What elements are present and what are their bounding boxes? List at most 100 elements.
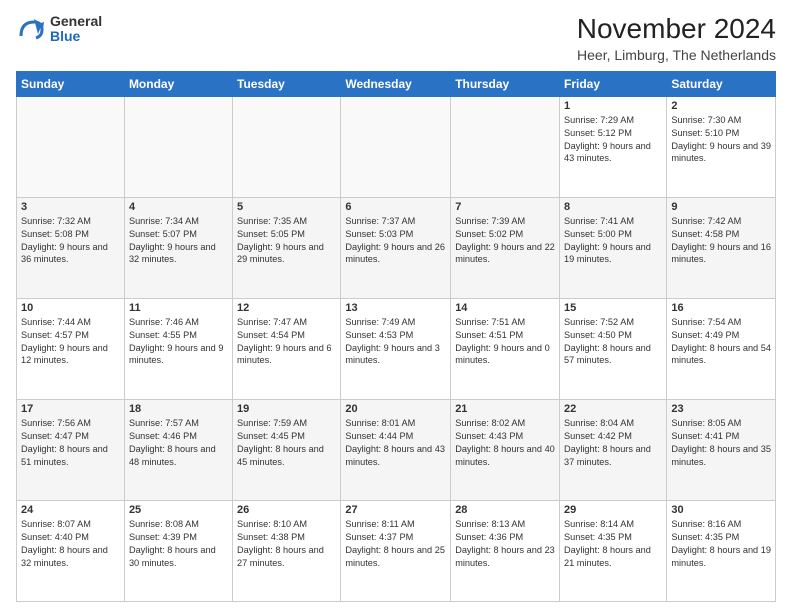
day-number: 18 [129,403,228,415]
day-info: Sunrise: 7:47 AM Sunset: 4:54 PM Dayligh… [237,316,336,368]
day-info: Sunrise: 7:52 AM Sunset: 4:50 PM Dayligh… [564,316,662,368]
day-info: Sunrise: 8:01 AM Sunset: 4:44 PM Dayligh… [345,417,446,469]
calendar-cell [233,96,341,197]
day-number: 8 [564,201,662,213]
day-number: 6 [345,201,446,213]
col-header-tuesday: Tuesday [233,71,341,96]
day-info: Sunrise: 7:32 AM Sunset: 5:08 PM Dayligh… [21,215,120,267]
calendar-cell: 15 Sunrise: 7:52 AM Sunset: 4:50 PM Dayli… [560,298,667,399]
calendar-cell [124,96,232,197]
day-number: 5 [237,201,336,213]
calendar-cell: 19Sunrise: 7:59 AM Sunset: 4:45 PM Dayli… [233,399,341,500]
calendar-cell: 18 Sunrise: 7:57 AM Sunset: 4:46 PM Dayli… [124,399,232,500]
day-info: Sunrise: 7:30 AM Sunset: 5:10 PM Dayligh… [671,114,771,166]
col-header-monday: Monday [124,71,232,96]
calendar-cell: 23Sunrise: 8:05 AM Sunset: 4:41 PM Dayli… [667,399,776,500]
col-header-saturday: Saturday [667,71,776,96]
calendar-cell: 17 Sunrise: 7:56 AM Sunset: 4:47 PM Dayli… [17,399,125,500]
page: General Blue November 2024 Heer, Limburg… [0,0,792,612]
day-number: 26 [237,504,336,516]
logo-blue: Blue [50,29,102,44]
day-number: 3 [21,201,120,213]
day-number: 4 [129,201,228,213]
calendar-cell: 1 Sunrise: 7:29 AM Sunset: 5:12 PM Daylig… [560,96,667,197]
calendar-cell: 29 Sunrise: 8:14 AM Sunset: 4:35 PM Dayli… [560,500,667,601]
day-number: 29 [564,504,662,516]
day-number: 16 [671,302,771,314]
subtitle: Heer, Limburg, The Netherlands [577,47,776,63]
day-info: Sunrise: 8:08 AM Sunset: 4:39 PM Dayligh… [129,518,228,570]
day-info: Sunrise: 7:51 AM Sunset: 4:51 PM Dayligh… [455,316,555,368]
calendar-week-4: 24 Sunrise: 8:07 AM Sunset: 4:40 PM Dayli… [17,500,776,601]
day-info: Sunrise: 7:41 AM Sunset: 5:00 PM Dayligh… [564,215,662,267]
day-info: Sunrise: 8:14 AM Sunset: 4:35 PM Dayligh… [564,518,662,570]
calendar-week-2: 10Sunrise: 7:44 AM Sunset: 4:57 PM Dayli… [17,298,776,399]
day-number: 1 [564,100,662,112]
day-number: 14 [455,302,555,314]
header: General Blue November 2024 Heer, Limburg… [16,14,776,63]
day-info: Sunrise: 8:05 AM Sunset: 4:41 PM Dayligh… [671,417,771,469]
day-info: Sunrise: 8:02 AM Sunset: 4:43 PM Dayligh… [455,417,555,469]
calendar-cell: 11Sunrise: 7:46 AM Sunset: 4:55 PM Dayli… [124,298,232,399]
day-number: 27 [345,504,446,516]
calendar-cell [341,96,451,197]
calendar-week-1: 3 Sunrise: 7:32 AM Sunset: 5:08 PM Daylig… [17,197,776,298]
day-number: 10 [21,302,120,314]
day-info: Sunrise: 7:56 AM Sunset: 4:47 PM Dayligh… [21,417,120,469]
logo-text: General Blue [50,14,102,45]
day-number: 11 [129,302,228,314]
logo-general: General [50,14,102,29]
calendar-cell: 28 Sunrise: 8:13 AM Sunset: 4:36 PM Dayli… [451,500,560,601]
calendar-cell: 27 Sunrise: 8:11 AM Sunset: 4:37 PM Dayli… [341,500,451,601]
day-info: Sunrise: 7:29 AM Sunset: 5:12 PM Dayligh… [564,114,662,166]
calendar-cell: 2Sunrise: 7:30 AM Sunset: 5:10 PM Daylig… [667,96,776,197]
day-number: 9 [671,201,771,213]
day-number: 13 [345,302,446,314]
calendar-week-0: 1 Sunrise: 7:29 AM Sunset: 5:12 PM Daylig… [17,96,776,197]
main-title: November 2024 [577,14,776,45]
day-number: 30 [671,504,771,516]
calendar-cell [451,96,560,197]
calendar-header-row: SundayMondayTuesdayWednesdayThursdayFrid… [17,71,776,96]
day-number: 28 [455,504,555,516]
day-number: 7 [455,201,555,213]
day-number: 19 [237,403,336,415]
calendar-cell: 20 Sunrise: 8:01 AM Sunset: 4:44 PM Dayli… [341,399,451,500]
day-number: 15 [564,302,662,314]
col-header-wednesday: Wednesday [341,71,451,96]
logo-icon [16,14,46,44]
calendar-cell: 26 Sunrise: 8:10 AM Sunset: 4:38 PM Dayli… [233,500,341,601]
day-info: Sunrise: 7:37 AM Sunset: 5:03 PM Dayligh… [345,215,446,267]
calendar-cell: 16Sunrise: 7:54 AM Sunset: 4:49 PM Dayli… [667,298,776,399]
calendar-cell: 24 Sunrise: 8:07 AM Sunset: 4:40 PM Dayli… [17,500,125,601]
day-number: 22 [564,403,662,415]
day-number: 17 [21,403,120,415]
calendar-cell: 10Sunrise: 7:44 AM Sunset: 4:57 PM Dayli… [17,298,125,399]
day-info: Sunrise: 7:35 AM Sunset: 5:05 PM Dayligh… [237,215,336,267]
calendar-cell: 30 Sunrise: 8:16 AM Sunset: 4:35 PM Dayli… [667,500,776,601]
calendar-cell: 12 Sunrise: 7:47 AM Sunset: 4:54 PM Dayli… [233,298,341,399]
calendar-cell: 14 Sunrise: 7:51 AM Sunset: 4:51 PM Dayli… [451,298,560,399]
day-info: Sunrise: 8:10 AM Sunset: 4:38 PM Dayligh… [237,518,336,570]
day-info: Sunrise: 8:16 AM Sunset: 4:35 PM Dayligh… [671,518,771,570]
calendar-cell: 3 Sunrise: 7:32 AM Sunset: 5:08 PM Daylig… [17,197,125,298]
day-number: 20 [345,403,446,415]
day-info: Sunrise: 7:57 AM Sunset: 4:46 PM Dayligh… [129,417,228,469]
day-number: 25 [129,504,228,516]
day-info: Sunrise: 8:07 AM Sunset: 4:40 PM Dayligh… [21,518,120,570]
calendar-cell: 6 Sunrise: 7:37 AM Sunset: 5:03 PM Daylig… [341,197,451,298]
calendar-cell: 25 Sunrise: 8:08 AM Sunset: 4:39 PM Dayli… [124,500,232,601]
day-info: Sunrise: 7:39 AM Sunset: 5:02 PM Dayligh… [455,215,555,267]
calendar-cell: 9 Sunrise: 7:42 AM Sunset: 4:58 PM Daylig… [667,197,776,298]
day-number: 24 [21,504,120,516]
day-info: Sunrise: 7:49 AM Sunset: 4:53 PM Dayligh… [345,316,446,368]
calendar-cell: 13 Sunrise: 7:49 AM Sunset: 4:53 PM Dayli… [341,298,451,399]
calendar-cell: 7 Sunrise: 7:39 AM Sunset: 5:02 PM Daylig… [451,197,560,298]
title-block: November 2024 Heer, Limburg, The Netherl… [577,14,776,63]
logo: General Blue [16,14,102,45]
day-number: 12 [237,302,336,314]
col-header-thursday: Thursday [451,71,560,96]
day-info: Sunrise: 8:13 AM Sunset: 4:36 PM Dayligh… [455,518,555,570]
day-info: Sunrise: 7:42 AM Sunset: 4:58 PM Dayligh… [671,215,771,267]
day-info: Sunrise: 8:11 AM Sunset: 4:37 PM Dayligh… [345,518,446,570]
